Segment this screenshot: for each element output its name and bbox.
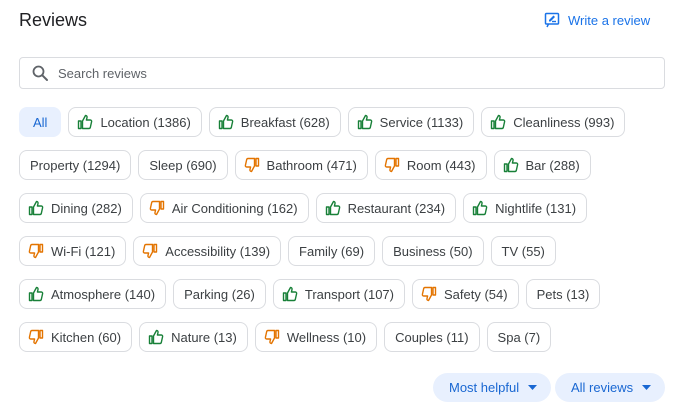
topic-chip[interactable]: Nightlife (131)	[463, 193, 588, 223]
topic-chip-label: All	[33, 114, 48, 130]
thumb-up-icon	[503, 157, 519, 173]
thumb-up-icon	[472, 200, 488, 216]
topic-chip[interactable]: TV (55)	[490, 236, 556, 266]
topic-chip-label: Cleanliness (993)	[513, 114, 615, 130]
topic-chip[interactable]: Accessibility (139)	[133, 236, 282, 266]
topic-chip-label: Property (1294)	[30, 157, 121, 173]
topic-chip[interactable]: Location (1386)	[68, 107, 202, 137]
sort-most-helpful-label: Most helpful	[449, 380, 520, 395]
topic-chip[interactable]: Dining (282)	[19, 193, 133, 223]
topic-chip-label: Atmosphere (140)	[51, 286, 156, 302]
topic-chip-label: Transport (107)	[304, 286, 394, 302]
topic-chip[interactable]: Spa (7)	[486, 322, 552, 352]
topic-chip-label: Bathroom (471)	[266, 157, 357, 173]
topic-chip[interactable]: Cleanliness (993)	[481, 107, 626, 137]
topic-chip-label: Air Conditioning (162)	[171, 200, 298, 216]
write-review-label: Write a review	[568, 12, 651, 28]
sort-most-helpful-dropdown[interactable]: Most helpful	[433, 373, 552, 402]
topic-chip-label: Pets (13)	[536, 286, 590, 302]
topic-chip[interactable]: Sleep (690)	[138, 150, 228, 180]
topic-chip-label: Spa (7)	[497, 329, 541, 345]
topic-chip[interactable]: Bathroom (471)	[234, 150, 368, 180]
topic-chip-label: Business (50)	[393, 243, 473, 259]
filter-all-reviews-label: All reviews	[571, 380, 634, 395]
topic-chip-label: Couples (11)	[395, 329, 469, 345]
topic-chip-label: Room (443)	[406, 157, 476, 173]
topic-chip-label: Nightlife (131)	[495, 200, 577, 216]
thumb-down-icon	[28, 329, 44, 345]
topic-chip[interactable]: Transport (107)	[272, 279, 405, 309]
topic-chip[interactable]: Wellness (10)	[254, 322, 378, 352]
topic-chip[interactable]: Room (443)	[374, 150, 487, 180]
topic-chip[interactable]: Breakfast (628)	[208, 107, 341, 137]
topic-chip[interactable]: Safety (54)	[411, 279, 519, 309]
thumb-down-icon	[149, 200, 165, 216]
topic-chip[interactable]: Atmosphere (140)	[19, 279, 167, 309]
thumb-down-icon	[28, 243, 44, 259]
thumb-up-icon	[490, 114, 506, 130]
caret-down-icon	[528, 385, 538, 390]
topic-chip-label: Nature (13)	[171, 329, 237, 345]
thumb-down-icon	[244, 157, 260, 173]
topic-chip[interactable]: Nature (13)	[139, 322, 248, 352]
thumb-up-icon	[357, 114, 373, 130]
topic-chip-label: Accessibility (139)	[165, 243, 271, 259]
topic-chip-label: Dining (282)	[51, 200, 122, 216]
topic-chip-label: Service (1133)	[379, 114, 464, 130]
topic-chip-label: Bar (288)	[525, 157, 580, 173]
topic-chip[interactable]: Restaurant (234)	[315, 193, 457, 223]
filter-all-reviews-dropdown[interactable]: All reviews	[555, 373, 666, 402]
review-topic-chips: All Location (1386) Breakfast (628) Service…	[19, 107, 669, 352]
topic-chip-label: Location (1386)	[100, 114, 191, 130]
topic-chip-label: Kitchen (60)	[51, 329, 122, 345]
topic-chip[interactable]: All	[19, 107, 62, 137]
topic-chip[interactable]: Parking (26)	[173, 279, 266, 309]
topic-chip-label: Wellness (10)	[286, 329, 367, 345]
topic-chip-label: Breakfast (628)	[240, 114, 330, 130]
thumb-up-icon	[218, 114, 234, 130]
topic-chip-label: Safety (54)	[443, 286, 508, 302]
topic-chip-label: Wi-Fi (121)	[51, 243, 116, 259]
page-title: Reviews	[19, 10, 88, 30]
topic-chip-label: Restaurant (234)	[347, 200, 446, 216]
topic-chip[interactable]: Kitchen (60)	[19, 322, 133, 352]
search-box[interactable]	[19, 57, 665, 89]
topic-chip-label: Sleep (690)	[149, 157, 217, 173]
topic-chip[interactable]: Air Conditioning (162)	[139, 193, 309, 223]
topic-chip[interactable]: Bar (288)	[493, 150, 591, 180]
topic-chip[interactable]: Service (1133)	[347, 107, 475, 137]
caret-down-icon	[642, 385, 652, 390]
topic-chip[interactable]: Property (1294)	[19, 150, 132, 180]
topic-chip-label: Family (69)	[299, 243, 365, 259]
search-input[interactable]	[58, 65, 618, 81]
topic-chip[interactable]: Wi-Fi (121)	[19, 236, 127, 266]
rate-review-icon	[544, 12, 560, 28]
thumb-up-icon	[77, 114, 93, 130]
thumb-up-icon	[148, 329, 164, 345]
thumb-down-icon	[264, 329, 280, 345]
thumb-up-icon	[28, 200, 44, 216]
topic-chip[interactable]: Family (69)	[288, 236, 376, 266]
write-review-button[interactable]: Write a review	[544, 10, 650, 30]
thumb-down-icon	[142, 243, 158, 259]
thumb-up-icon	[28, 286, 44, 302]
topic-chip[interactable]: Pets (13)	[525, 279, 601, 309]
topic-chip-label: Parking (26)	[184, 286, 255, 302]
thumb-down-icon	[421, 286, 437, 302]
search-icon	[31, 64, 49, 82]
thumb-down-icon	[384, 157, 400, 173]
thumb-up-icon	[282, 286, 298, 302]
topic-chip-label: TV (55)	[501, 243, 545, 259]
thumb-up-icon	[325, 200, 341, 216]
topic-chip[interactable]: Couples (11)	[384, 322, 480, 352]
topic-chip[interactable]: Business (50)	[382, 236, 484, 266]
